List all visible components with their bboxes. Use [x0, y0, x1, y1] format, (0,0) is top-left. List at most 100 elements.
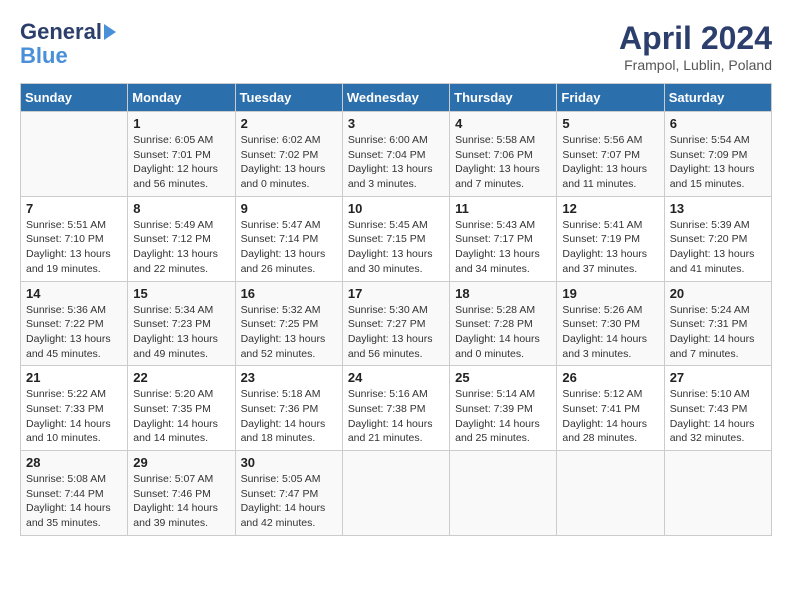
day-cell: 1 Sunrise: 6:05 AM Sunset: 7:01 PM Daylig… [128, 112, 235, 197]
day-info: Sunrise: 5:10 AM Sunset: 7:43 PM Dayligh… [670, 387, 766, 446]
day-info: Sunrise: 5:45 AM Sunset: 7:15 PM Dayligh… [348, 218, 444, 277]
week-row-2: 7 Sunrise: 5:51 AM Sunset: 7:10 PM Daylig… [21, 196, 772, 281]
day-number: 1 [133, 116, 229, 131]
day-number: 21 [26, 370, 122, 385]
day-header-monday: Monday [128, 84, 235, 112]
day-cell: 7 Sunrise: 5:51 AM Sunset: 7:10 PM Daylig… [21, 196, 128, 281]
day-cell: 26Sunrise: 5:12 AM Sunset: 7:41 PM Dayli… [557, 366, 664, 451]
logo-icon [104, 24, 116, 40]
day-info: Sunrise: 5:41 AM Sunset: 7:19 PM Dayligh… [562, 218, 658, 277]
day-number: 4 [455, 116, 551, 131]
day-cell: 5Sunrise: 5:56 AM Sunset: 7:07 PM Daylig… [557, 112, 664, 197]
day-info: Sunrise: 5:05 AM Sunset: 7:47 PM Dayligh… [241, 472, 337, 531]
day-cell: 19 Sunrise: 5:26 AM Sunset: 7:30 PM Dayli… [557, 281, 664, 366]
day-cell [557, 451, 664, 536]
day-number: 29 [133, 455, 229, 470]
day-header-wednesday: Wednesday [342, 84, 449, 112]
day-cell: 11 Sunrise: 5:43 AM Sunset: 7:17 PM Dayli… [450, 196, 557, 281]
day-number: 7 [26, 201, 122, 216]
day-info: Sunrise: 5:16 AM Sunset: 7:38 PM Dayligh… [348, 387, 444, 446]
day-cell: 29 Sunrise: 5:07 AM Sunset: 7:46 PM Dayli… [128, 451, 235, 536]
day-cell: 12 Sunrise: 5:41 AM Sunset: 7:19 PM Dayli… [557, 196, 664, 281]
calendar-header-row: SundayMondayTuesdayWednesdayThursdayFrid… [21, 84, 772, 112]
day-cell: 22 Sunrise: 5:20 AM Sunset: 7:35 PM Dayli… [128, 366, 235, 451]
day-cell: 27 Sunrise: 5:10 AM Sunset: 7:43 PM Dayli… [664, 366, 771, 451]
day-info: Sunrise: 5:54 AM Sunset: 7:09 PM Dayligh… [670, 133, 766, 192]
day-info: Sunrise: 5:36 AM Sunset: 7:22 PM Dayligh… [26, 303, 122, 362]
day-cell: 13 Sunrise: 5:39 AM Sunset: 7:20 PM Dayli… [664, 196, 771, 281]
day-number: 30 [241, 455, 337, 470]
day-number: 3 [348, 116, 444, 131]
day-info: Sunrise: 5:08 AM Sunset: 7:44 PM Dayligh… [26, 472, 122, 531]
day-cell [21, 112, 128, 197]
day-number: 8 [133, 201, 229, 216]
day-header-saturday: Saturday [664, 84, 771, 112]
day-info: Sunrise: 5:30 AM Sunset: 7:27 PM Dayligh… [348, 303, 444, 362]
day-info: Sunrise: 5:28 AM Sunset: 7:28 PM Dayligh… [455, 303, 551, 362]
day-number: 15 [133, 286, 229, 301]
day-number: 11 [455, 201, 551, 216]
day-cell: 24 Sunrise: 5:16 AM Sunset: 7:38 PM Dayli… [342, 366, 449, 451]
day-info: Sunrise: 5:26 AM Sunset: 7:30 PM Dayligh… [562, 303, 658, 362]
day-cell: 16Sunrise: 5:32 AM Sunset: 7:25 PM Dayli… [235, 281, 342, 366]
day-cell: 28 Sunrise: 5:08 AM Sunset: 7:44 PM Dayli… [21, 451, 128, 536]
day-info: Sunrise: 5:22 AM Sunset: 7:33 PM Dayligh… [26, 387, 122, 446]
week-row-4: 21 Sunrise: 5:22 AM Sunset: 7:33 PM Dayli… [21, 366, 772, 451]
day-info: Sunrise: 5:07 AM Sunset: 7:46 PM Dayligh… [133, 472, 229, 531]
day-number: 25 [455, 370, 551, 385]
day-number: 22 [133, 370, 229, 385]
day-header-friday: Friday [557, 84, 664, 112]
day-number: 17 [348, 286, 444, 301]
day-cell: 6 Sunrise: 5:54 AM Sunset: 7:09 PM Daylig… [664, 112, 771, 197]
day-info: Sunrise: 6:02 AM Sunset: 7:02 PM Dayligh… [241, 133, 337, 192]
title-area: April 2024 Frampol, Lublin, Poland [619, 20, 772, 73]
day-info: Sunrise: 5:18 AM Sunset: 7:36 PM Dayligh… [241, 387, 337, 446]
logo-text-blue: Blue [20, 44, 116, 68]
day-header-sunday: Sunday [21, 84, 128, 112]
day-info: Sunrise: 6:00 AM Sunset: 7:04 PM Dayligh… [348, 133, 444, 192]
logo-text-general: General [20, 20, 102, 44]
day-cell: 17 Sunrise: 5:30 AM Sunset: 7:27 PM Dayli… [342, 281, 449, 366]
week-row-5: 28 Sunrise: 5:08 AM Sunset: 7:44 PM Dayli… [21, 451, 772, 536]
week-row-1: 1 Sunrise: 6:05 AM Sunset: 7:01 PM Daylig… [21, 112, 772, 197]
day-info: Sunrise: 5:51 AM Sunset: 7:10 PM Dayligh… [26, 218, 122, 277]
day-number: 20 [670, 286, 766, 301]
day-info: Sunrise: 5:47 AM Sunset: 7:14 PM Dayligh… [241, 218, 337, 277]
day-number: 28 [26, 455, 122, 470]
day-cell: 21 Sunrise: 5:22 AM Sunset: 7:33 PM Dayli… [21, 366, 128, 451]
day-info: Sunrise: 6:05 AM Sunset: 7:01 PM Dayligh… [133, 133, 229, 192]
day-number: 23 [241, 370, 337, 385]
week-row-3: 14 Sunrise: 5:36 AM Sunset: 7:22 PM Dayli… [21, 281, 772, 366]
day-info: Sunrise: 5:14 AM Sunset: 7:39 PM Dayligh… [455, 387, 551, 446]
day-number: 14 [26, 286, 122, 301]
day-number: 19 [562, 286, 658, 301]
day-cell: 9Sunrise: 5:47 AM Sunset: 7:14 PM Daylig… [235, 196, 342, 281]
day-number: 5 [562, 116, 658, 131]
day-info: Sunrise: 5:24 AM Sunset: 7:31 PM Dayligh… [670, 303, 766, 362]
day-number: 2 [241, 116, 337, 131]
day-cell: 30 Sunrise: 5:05 AM Sunset: 7:47 PM Dayli… [235, 451, 342, 536]
day-number: 24 [348, 370, 444, 385]
day-cell: 4 Sunrise: 5:58 AM Sunset: 7:06 PM Daylig… [450, 112, 557, 197]
day-cell: 3 Sunrise: 6:00 AM Sunset: 7:04 PM Daylig… [342, 112, 449, 197]
day-info: Sunrise: 5:39 AM Sunset: 7:20 PM Dayligh… [670, 218, 766, 277]
day-cell: 20 Sunrise: 5:24 AM Sunset: 7:31 PM Dayli… [664, 281, 771, 366]
day-number: 13 [670, 201, 766, 216]
day-number: 16 [241, 286, 337, 301]
day-cell [664, 451, 771, 536]
day-info: Sunrise: 5:58 AM Sunset: 7:06 PM Dayligh… [455, 133, 551, 192]
day-number: 27 [670, 370, 766, 385]
day-cell: 2 Sunrise: 6:02 AM Sunset: 7:02 PM Daylig… [235, 112, 342, 197]
day-number: 18 [455, 286, 551, 301]
day-info: Sunrise: 5:43 AM Sunset: 7:17 PM Dayligh… [455, 218, 551, 277]
day-info: Sunrise: 5:49 AM Sunset: 7:12 PM Dayligh… [133, 218, 229, 277]
day-info: Sunrise: 5:34 AM Sunset: 7:23 PM Dayligh… [133, 303, 229, 362]
day-cell: 18 Sunrise: 5:28 AM Sunset: 7:28 PM Dayli… [450, 281, 557, 366]
day-cell: 10Sunrise: 5:45 AM Sunset: 7:15 PM Dayli… [342, 196, 449, 281]
logo: General Blue [20, 20, 116, 68]
day-number: 6 [670, 116, 766, 131]
day-number: 12 [562, 201, 658, 216]
day-info: Sunrise: 5:20 AM Sunset: 7:35 PM Dayligh… [133, 387, 229, 446]
day-cell: 14 Sunrise: 5:36 AM Sunset: 7:22 PM Dayli… [21, 281, 128, 366]
day-cell: 25 Sunrise: 5:14 AM Sunset: 7:39 PM Dayli… [450, 366, 557, 451]
